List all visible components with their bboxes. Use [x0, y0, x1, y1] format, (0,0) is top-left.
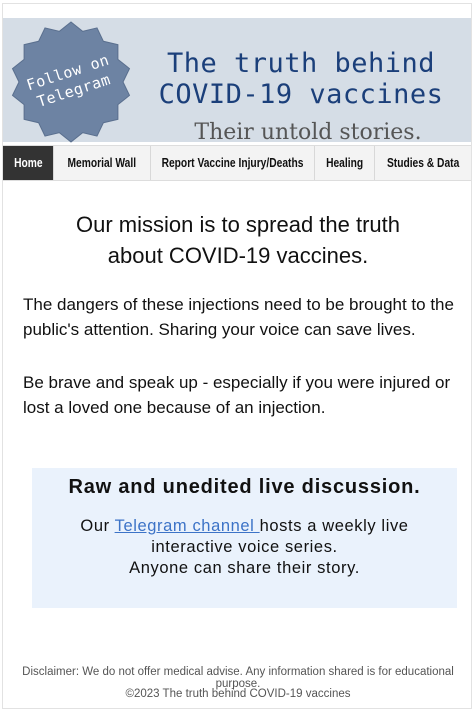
callout-line3: Anyone can share their story.: [129, 559, 360, 577]
nav-item-memorial-wall-label: Memorial Wall: [67, 156, 137, 170]
mission-heading: Our mission is to spread the truth about…: [13, 209, 463, 271]
callout-body: Our Telegram channel hosts a weekly live…: [52, 516, 437, 579]
callout-title: Raw and unedited live discussion.: [68, 476, 421, 498]
mission-line2: about COVID-19 vaccines.: [107, 243, 369, 268]
paragraph-speak-up: Be brave and speak up - especially if yo…: [23, 373, 451, 417]
paragraph-dangers: The dangers of these injections need to …: [23, 295, 454, 339]
telegram-callout: Raw and unedited live discussion. Our Te…: [32, 468, 457, 608]
nav-item-report-injury-label: Report Vaccine Injury/Deaths: [161, 156, 304, 170]
callout-text-before: Our: [80, 517, 115, 535]
nav-item-report-injury[interactable]: Report Vaccine Injury/Deaths: [151, 146, 315, 180]
nav-item-memorial-wall[interactable]: Memorial Wall: [54, 146, 151, 180]
nav-item-home-label: Home: [13, 156, 43, 170]
footer-disclaimer: Disclaimer: We do not offer medical advi…: [22, 666, 454, 690]
main-nav: Home Memorial Wall Report Vaccine Injury…: [3, 145, 471, 181]
nav-item-studies-data-label: Studies & Data: [386, 156, 460, 170]
site-title-line2: COVID-19 vaccines: [158, 79, 444, 110]
site-tagline: Their untold stories.: [194, 120, 422, 145]
site-title-line1: The truth behind: [166, 48, 436, 79]
telegram-channel-link[interactable]: Telegram channel: [115, 517, 260, 535]
nav-item-healing[interactable]: Healing: [315, 146, 375, 180]
mission-line1: Our mission is to spread the truth: [75, 212, 401, 237]
nav-item-healing-label: Healing: [325, 156, 364, 170]
nav-item-studies-data[interactable]: Studies & Data: [375, 146, 471, 180]
page-frame: The truth behind COVID-19 vaccines Their…: [2, 3, 472, 709]
footer-copyright: ©2023 The truth behind COVID-19 vaccines: [125, 688, 351, 700]
site-title: The truth behind COVID-19 vaccines: [131, 48, 471, 110]
telegram-follow-badge-icon[interactable]: Follow on Telegram: [7, 18, 135, 146]
nav-item-home[interactable]: Home: [3, 146, 54, 180]
